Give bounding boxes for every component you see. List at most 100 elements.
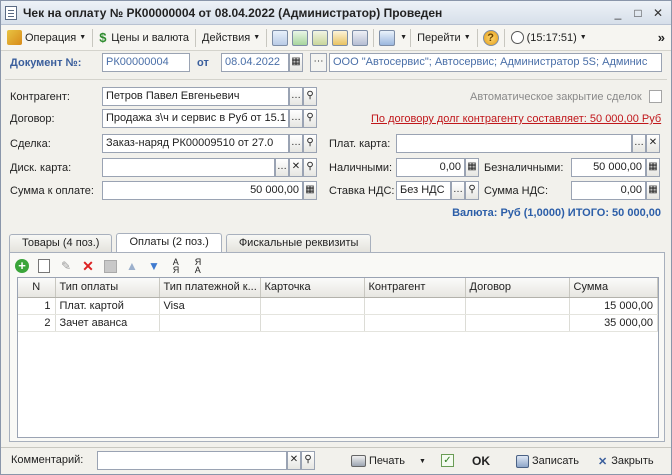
open-deal-icon[interactable]: ⚲ xyxy=(303,134,317,153)
copy-icon[interactable] xyxy=(312,29,329,46)
tab-fiscal[interactable]: Фискальные реквизиты xyxy=(225,234,372,252)
noncash-field[interactable]: 50 000,00 xyxy=(571,158,646,177)
select-contract-button[interactable]: … xyxy=(289,109,303,128)
table-cell[interactable]: Visa xyxy=(159,297,261,315)
cash-field[interactable]: 0,00 xyxy=(396,158,465,177)
counterparty-field[interactable]: Петров Павел Евгеньевич xyxy=(102,87,289,106)
actions-label: Действия xyxy=(202,31,251,44)
sort-desc-icon[interactable]: ЯA xyxy=(190,258,206,275)
table-cell[interactable] xyxy=(465,297,570,315)
table-cell[interactable]: Плат. картой xyxy=(55,297,160,315)
open-vat-icon[interactable]: ⚲ xyxy=(465,181,479,200)
table-cell[interactable] xyxy=(260,314,365,332)
table-cell[interactable] xyxy=(364,297,466,315)
edit-row-icon[interactable]: ✎ xyxy=(58,258,74,274)
sum-field[interactable]: 50 000,00 xyxy=(102,181,303,200)
open-counterparty-icon[interactable]: ⚲ xyxy=(303,87,317,106)
paycard-field[interactable] xyxy=(396,134,632,153)
structure-icon[interactable] xyxy=(332,29,349,46)
select-paycard-button[interactable]: … xyxy=(632,134,646,153)
calculator-icon[interactable]: ▦ xyxy=(646,181,660,200)
select-disccard-button[interactable]: … xyxy=(275,158,289,177)
column-header[interactable]: Договор xyxy=(465,278,570,298)
operation-button[interactable]: Операция ▼ xyxy=(4,28,89,48)
column-header[interactable]: Карточка xyxy=(260,278,365,298)
table-cell[interactable]: 15 000,00 xyxy=(569,297,658,315)
move-down-icon[interactable]: ▼ xyxy=(146,258,162,274)
ok-button[interactable]: OK xyxy=(472,454,490,468)
move-up-icon[interactable]: ▲ xyxy=(124,258,140,274)
refresh-icon[interactable] xyxy=(292,29,309,46)
deal-field[interactable]: Заказ-наряд РК00009510 от 27.0 xyxy=(102,134,289,153)
open-comment-icon[interactable]: ⚲ xyxy=(301,451,315,470)
calculator-icon[interactable]: ▦ xyxy=(303,181,317,200)
disccard-field[interactable] xyxy=(102,158,275,177)
time-button[interactable]: (15:17:51) ▼ xyxy=(508,28,590,48)
sort-asc-icon[interactable]: AЯ xyxy=(168,258,184,275)
maximize-button[interactable]: □ xyxy=(629,5,647,21)
help-icon[interactable]: ? xyxy=(482,29,499,46)
table-row[interactable]: 2 Зачет аванса 35 000,00 xyxy=(18,314,658,332)
column-header[interactable]: N xyxy=(18,278,56,298)
table-cell[interactable]: 2 xyxy=(18,314,56,332)
close-window-button[interactable]: ✕ xyxy=(649,5,667,21)
table-cell[interactable] xyxy=(159,314,261,332)
clear-comment-icon[interactable]: ✕ xyxy=(287,451,301,470)
goto-label: Перейти xyxy=(417,31,461,44)
floppy-icon xyxy=(516,454,529,468)
prices-currency-button[interactable]: $ Цены и валюта xyxy=(96,28,192,48)
comment-field[interactable] xyxy=(97,451,287,470)
table-cell[interactable] xyxy=(364,314,466,332)
actions-button[interactable]: Действия ▼ xyxy=(199,28,263,48)
open-disccard-icon[interactable]: ⚲ xyxy=(303,158,317,177)
clear-paycard-icon[interactable]: ✕ xyxy=(646,134,660,153)
autoclose-checkbox[interactable] xyxy=(649,90,662,103)
goto-button[interactable]: Перейти ▼ xyxy=(414,28,474,48)
calculator-icon[interactable]: ▦ xyxy=(465,158,479,177)
total-line: Валюта: Руб (1,0000) ИТОГО: 50 000,00 xyxy=(452,207,661,219)
contract-field[interactable]: Продажа з\ч и сервис в Руб от 15.1 xyxy=(102,109,289,128)
vat-sum-field[interactable]: 0,00 xyxy=(571,181,646,200)
calendar-icon[interactable]: ▦ xyxy=(289,53,303,72)
save-button[interactable]: Записать xyxy=(516,452,579,470)
column-header[interactable]: Контрагент xyxy=(364,278,466,298)
delete-row-icon[interactable]: ✕ xyxy=(80,258,96,274)
more-toolbar-button[interactable]: » xyxy=(655,28,668,48)
movements-icon[interactable] xyxy=(352,29,369,46)
vat-rate-field[interactable]: Без НДС xyxy=(396,181,451,200)
tab-goods[interactable]: Товары (4 поз.) xyxy=(9,234,113,252)
add-row-icon[interactable]: + xyxy=(14,258,30,274)
debt-link[interactable]: По договору долг контрагенту составляет:… xyxy=(371,113,661,125)
end-edit-icon[interactable] xyxy=(102,258,118,274)
post-checkbox-icon[interactable]: ✓ xyxy=(441,454,454,467)
doc-date-field[interactable]: 08.04.2022 xyxy=(221,53,289,72)
minimize-button[interactable]: _ xyxy=(609,5,627,21)
column-header[interactable]: Тип платежной к... xyxy=(159,278,261,298)
deal-label: Сделка: xyxy=(10,138,51,150)
table-cell[interactable] xyxy=(465,314,570,332)
table-cell[interactable]: 35 000,00 xyxy=(569,314,658,332)
print-button[interactable]: Печать ▼ xyxy=(351,452,426,470)
table-cell[interactable]: 1 xyxy=(18,297,56,315)
org-selector-button[interactable]: ⋯ xyxy=(310,53,327,72)
open-contract-icon[interactable]: ⚲ xyxy=(303,109,317,128)
enter-based-icon[interactable] xyxy=(379,29,396,46)
calculator-icon[interactable]: ▦ xyxy=(646,158,660,177)
doc-number-field[interactable]: РК00000004 xyxy=(102,53,190,72)
table-row[interactable]: 1 Плат. картой Visa 15 000,00 xyxy=(18,297,658,315)
table-cell[interactable] xyxy=(260,297,365,315)
select-vat-button[interactable]: … xyxy=(451,181,465,200)
post-document-icon[interactable] xyxy=(272,29,289,46)
table-cell[interactable]: Зачет аванса xyxy=(55,314,160,332)
close-button[interactable]: ✕ Закрыть xyxy=(598,452,654,470)
organization-field[interactable]: ООО "Автосервис"; Автосервис; Администра… xyxy=(329,53,662,72)
select-counterparty-button[interactable]: … xyxy=(289,87,303,106)
column-header[interactable]: Тип оплаты xyxy=(55,278,160,298)
main-toolbar: Операция ▼ $ Цены и валюта Действия ▼ ▼ Пе… xyxy=(1,25,671,51)
copy-row-icon[interactable] xyxy=(36,258,52,274)
clear-disccard-icon[interactable]: ✕ xyxy=(289,158,303,177)
select-deal-button[interactable]: … xyxy=(289,134,303,153)
date-from-label: от xyxy=(197,57,209,69)
tab-payments[interactable]: Оплаты (2 поз.) xyxy=(116,233,222,253)
column-header[interactable]: Сумма xyxy=(569,278,658,298)
